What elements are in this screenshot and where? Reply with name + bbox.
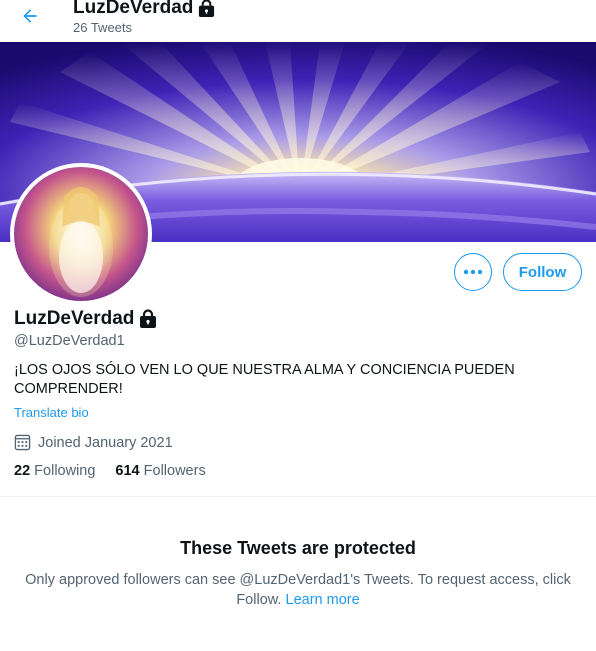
top-bar: LuzDeVerdad 26 Tweets: [0, 0, 596, 42]
section-divider: [0, 496, 596, 497]
profile-bio: ¡LOS OJOS SÓLO VEN LO QUE NUESTRA ALMA Y…: [14, 362, 515, 397]
more-options-button[interactable]: [454, 253, 492, 291]
protected-title: These Tweets are protected: [180, 538, 416, 558]
arrow-left-icon: [23, 9, 37, 23]
profile-avatar[interactable]: [10, 163, 152, 305]
calendar-icon: [14, 434, 31, 451]
avatar-image: [14, 167, 148, 301]
follow-button[interactable]: Follow: [503, 253, 582, 291]
followers-count: 614: [115, 463, 140, 479]
tweet-count: 26 Tweets: [73, 20, 133, 35]
protected-message: Only approved followers can see @LuzDeVe…: [20, 571, 576, 610]
display-name-text: LuzDeVerdad: [14, 308, 135, 329]
back-button[interactable]: [14, 0, 46, 32]
profile-display-name: LuzDeVerdad: [14, 308, 158, 330]
following-label: Following: [34, 463, 96, 479]
lock-icon: [140, 309, 157, 328]
profile-handle: @LuzDeVerdad1: [14, 333, 125, 349]
translate-bio-link[interactable]: Translate bio: [14, 405, 89, 420]
following-link[interactable]: 22 Following: [14, 463, 95, 479]
more-horizontal-icon: [463, 269, 483, 275]
header-title: LuzDeVerdad: [73, 0, 216, 19]
follow-stats: 22 Following 614 Followers: [14, 463, 206, 479]
lock-icon: [199, 0, 215, 17]
learn-more-link[interactable]: Learn more: [286, 592, 360, 608]
following-count: 22: [14, 463, 31, 479]
joined-text: Joined January 2021: [38, 434, 173, 451]
joined-date: Joined January 2021: [14, 434, 173, 451]
followers-link[interactable]: 614 Followers: [115, 463, 205, 479]
header-display-name: LuzDeVerdad: [73, 0, 194, 18]
followers-label: Followers: [143, 463, 206, 479]
